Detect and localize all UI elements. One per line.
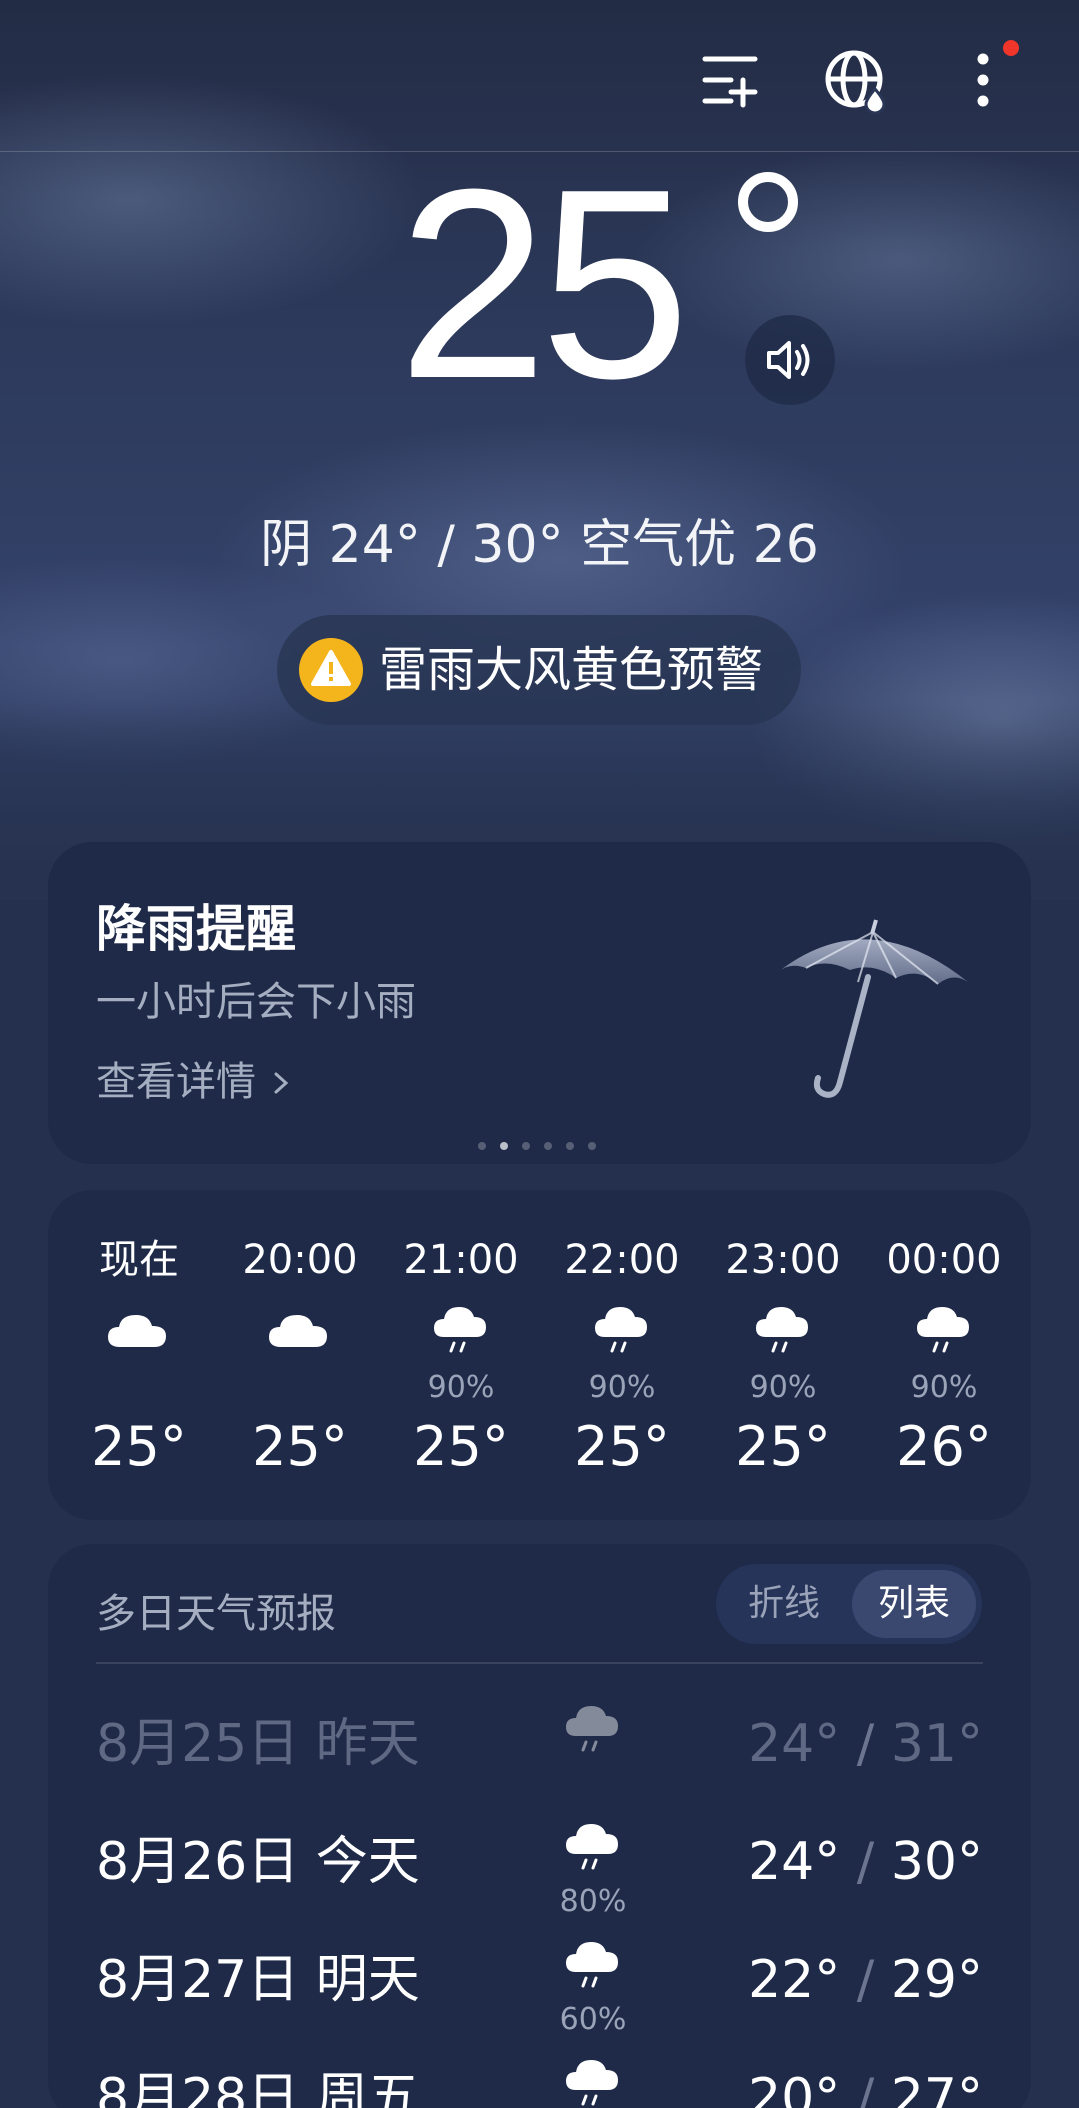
hourly-temperature: 25° (735, 1415, 831, 1478)
cloud-icon (108, 1315, 166, 1347)
toggle-line-chart[interactable]: 折线 (722, 1570, 846, 1638)
rain-cloud-icon (756, 1307, 808, 1353)
hourly-forecast-card[interactable]: 现在 25° 20:00 25° 21:00 90% 25° 22:00 90% 25° 23:00… (48, 1190, 1031, 1520)
view-mode-toggle[interactable]: 折线 列表 (716, 1564, 982, 1644)
hourly-time: 00:00 (886, 1237, 1002, 1283)
temp-separator: / (840, 1714, 891, 1774)
rain-cloud-icon (566, 1706, 618, 1752)
daily-temp-range: 20° / 27° (748, 2058, 983, 2108)
voice-broadcast-button[interactable] (745, 315, 835, 405)
weather-summary: 阴 24° / 30° 空气优 26 (260, 515, 819, 575)
view-details-link[interactable]: 查看详情 (96, 1052, 256, 1112)
globe-weather-icon[interactable] (822, 45, 892, 115)
daily-temp-range: 22° / 29° (748, 1940, 983, 2020)
toggle-list[interactable]: 列表 (852, 1570, 976, 1638)
rain-reminder-subtitle: 一小时后会下小雨 (96, 979, 416, 1025)
daily-high: 29° (890, 1950, 983, 2010)
daily-row[interactable]: 8月27日 明天 60% 22° / 29° (48, 1930, 1031, 2048)
daily-precipitation: 80% (559, 1884, 627, 1919)
hourly-item: 20:00 25° (219, 1190, 381, 1520)
hourly-time: 现在 (99, 1237, 179, 1283)
hourly-precipitation: 90% (749, 1370, 817, 1405)
hourly-item: 现在 25° (58, 1190, 220, 1520)
daily-date: 8月27日 明天 (96, 1950, 420, 2010)
hourly-time: 21:00 (403, 1237, 519, 1283)
rain-cloud-icon (566, 1942, 618, 1988)
current-temperature: 25 (397, 134, 690, 435)
hourly-precipitation: 90% (588, 1370, 656, 1405)
daily-date: 8月25日 昨天 (96, 1714, 420, 1774)
hourly-item: 00:00 90% 26° (863, 1190, 1025, 1520)
rain-reminder-card[interactable]: 降雨提醒 一小时后会下小雨 查看详情 (48, 842, 1031, 1164)
hourly-time: 20:00 (242, 1237, 358, 1283)
cloud-icon (269, 1315, 327, 1347)
rain-cloud-icon (566, 2060, 618, 2106)
weather-alert-pill[interactable]: 雷雨大风黄色预警 (277, 615, 801, 725)
warning-icon (299, 638, 363, 702)
rain-cloud-icon (595, 1307, 647, 1353)
hourly-item: 23:00 90% 25° (702, 1190, 864, 1520)
hourly-time: 22:00 (564, 1237, 680, 1283)
notification-dot (1003, 40, 1019, 56)
daily-low: 24° (748, 1832, 841, 1892)
rain-reminder-title: 降雨提醒 (96, 900, 296, 958)
daily-low: 24° (748, 1714, 841, 1774)
daily-row[interactable]: 8月25日 昨天 24° / 31° (48, 1694, 1031, 1812)
daily-date: 8月28日 周五 (96, 2068, 420, 2108)
rain-cloud-icon (566, 1824, 618, 1870)
daily-temp-range: 24° / 31° (748, 1704, 983, 1784)
temp-separator: / (840, 2068, 891, 2108)
rain-cloud-icon (917, 1307, 969, 1353)
daily-high: 30° (890, 1832, 983, 1892)
hourly-item: 21:00 90% 25° (380, 1190, 542, 1520)
daily-divider (96, 1662, 983, 1664)
rain-cloud-icon (434, 1307, 486, 1353)
daily-low: 22° (748, 1950, 841, 2010)
degree-symbol (738, 172, 798, 232)
daily-high: 31° (890, 1714, 983, 1774)
temp-separator: / (840, 1950, 891, 2010)
hourly-time: 23:00 (725, 1237, 841, 1283)
daily-row[interactable]: 8月26日 今天 80% 24° / 30° (48, 1812, 1031, 1930)
hourly-temperature: 25° (252, 1415, 348, 1478)
hourly-temperature: 25° (574, 1415, 670, 1478)
daily-date: 8月26日 今天 (96, 1832, 420, 1892)
daily-forecast-card[interactable]: 多日天气预报 折线 列表 8月25日 昨天 24° / 31° 8月26日 今天 80… (48, 1544, 1031, 2108)
hourly-temperature: 25° (91, 1415, 187, 1478)
speaker-icon (767, 341, 810, 379)
carousel-pager (478, 1140, 608, 1152)
daily-forecast-title: 多日天气预报 (96, 1591, 336, 1637)
daily-high: 27° (890, 2068, 983, 2108)
daily-temp-range: 24° / 30° (748, 1822, 983, 1902)
daily-low: 20° (748, 2068, 841, 2108)
hourly-temperature: 26° (896, 1415, 992, 1478)
daily-precipitation: 60% (559, 2002, 627, 2037)
hourly-precipitation: 90% (910, 1370, 978, 1405)
hourly-item: 22:00 90% 25° (541, 1190, 703, 1520)
temp-separator: / (840, 1832, 891, 1892)
chevron-right-icon (274, 1072, 289, 1094)
daily-row[interactable]: 8月28日 周五 20° / 27° (48, 2048, 1031, 2108)
alert-text: 雷雨大风黄色预警 (379, 642, 764, 698)
manage-cities-icon[interactable] (695, 45, 765, 115)
umbrella-icon (778, 919, 968, 1098)
hourly-precipitation: 90% (427, 1370, 495, 1405)
hourly-temperature: 25° (413, 1415, 509, 1478)
